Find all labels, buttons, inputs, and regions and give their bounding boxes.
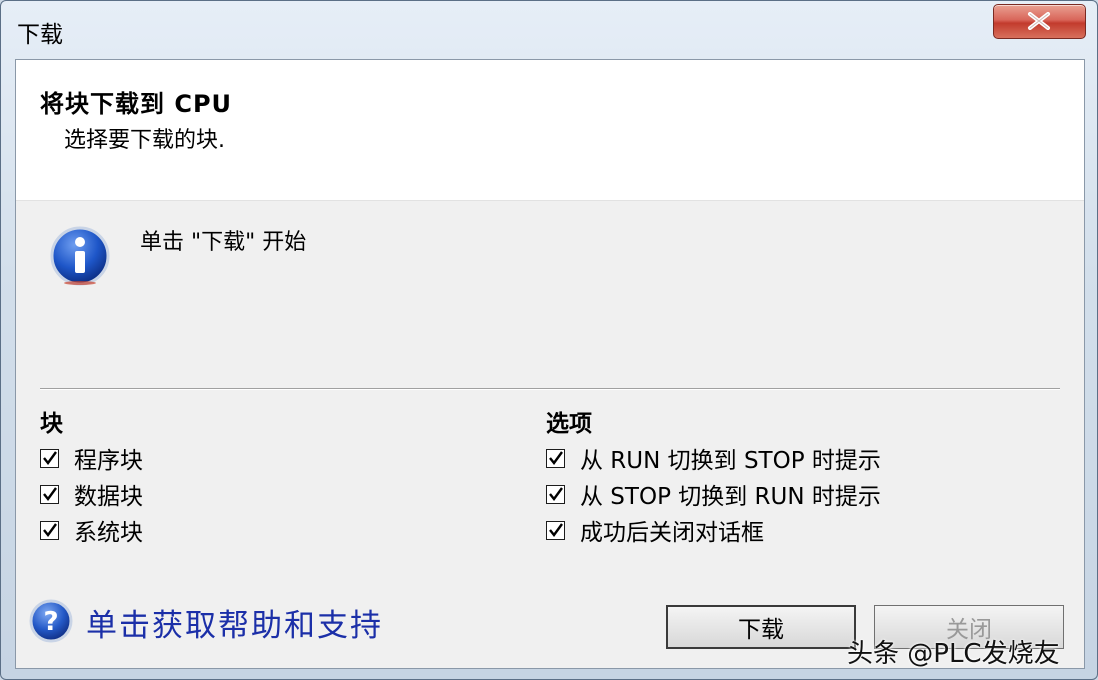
checkbox-program-block[interactable]: 程序块 — [40, 443, 143, 474]
title-bar[interactable]: 下载 — [1, 1, 1097, 59]
checkbox-label: 从 RUN 切换到 STOP 时提示 — [580, 448, 881, 474]
checkmark-icon — [549, 486, 563, 501]
download-button[interactable]: 下载 — [666, 605, 856, 649]
checkbox[interactable] — [40, 448, 59, 468]
info-message: 单击 "下载" 开始 — [140, 230, 307, 255]
checkbox-label: 从 STOP 切换到 RUN 时提示 — [580, 484, 881, 510]
checkbox-label: 成功后关闭对话框 — [580, 520, 764, 546]
checkbox-label: 系统块 — [74, 520, 143, 546]
window-close-button[interactable] — [993, 4, 1086, 39]
help-link[interactable]: 单击获取帮助和支持 — [86, 600, 383, 645]
checkbox-label: 数据块 — [74, 484, 143, 510]
divider — [40, 388, 1060, 390]
page-subtitle: 选择要下载的块. — [64, 128, 225, 153]
checkmark-icon — [43, 450, 57, 465]
checkbox-close-on-success[interactable]: 成功后关闭对话框 — [546, 515, 764, 546]
checkmark-icon — [43, 486, 57, 501]
checkbox-run-to-stop-prompt[interactable]: 从 RUN 切换到 STOP 时提示 — [546, 443, 881, 474]
close-icon — [1028, 12, 1050, 30]
checkmark-icon — [549, 522, 563, 537]
checkmark-icon — [549, 450, 563, 465]
checkbox[interactable] — [546, 448, 565, 468]
checkbox-stop-to-run-prompt[interactable]: 从 STOP 切换到 RUN 时提示 — [546, 479, 881, 510]
checkbox[interactable] — [546, 484, 565, 504]
watermark: 头条 @PLC发烧友 — [847, 639, 1060, 669]
svg-text:?: ? — [43, 607, 58, 637]
help-icon[interactable]: ? — [28, 598, 74, 644]
checkmark-icon — [43, 522, 57, 537]
options-group-title: 选项 — [546, 411, 592, 437]
checkbox-label: 程序块 — [74, 448, 143, 474]
info-icon — [50, 226, 110, 286]
checkbox-system-block[interactable]: 系统块 — [40, 515, 143, 546]
window-title: 下载 — [17, 22, 63, 48]
checkbox[interactable] — [546, 520, 565, 540]
page-title: 将块下载到 CPU — [40, 90, 233, 118]
checkbox[interactable] — [40, 484, 59, 504]
dialog-window: 下载 将块下载到 CPU 选择要下载的块. 单击 "下载" 开始 块 程序块 数… — [0, 0, 1098, 680]
header-panel: 将块下载到 CPU 选择要下载的块. — [16, 60, 1084, 201]
checkbox-data-block[interactable]: 数据块 — [40, 479, 143, 510]
blocks-group-title: 块 — [40, 411, 63, 437]
dialog-body: 将块下载到 CPU 选择要下载的块. 单击 "下载" 开始 块 程序块 数据块 … — [15, 59, 1085, 669]
checkbox[interactable] — [40, 520, 59, 540]
